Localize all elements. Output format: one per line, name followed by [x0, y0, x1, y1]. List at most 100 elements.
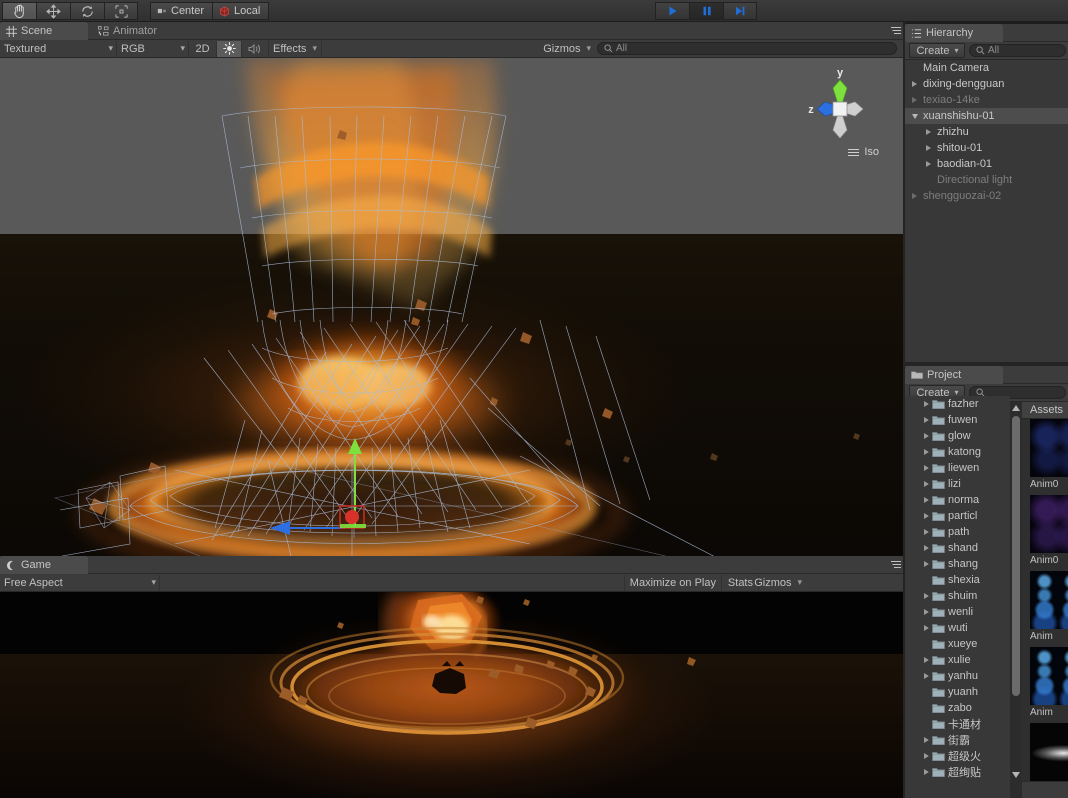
asset-item[interactable]: Anim0 — [1030, 495, 1068, 566]
expand-arrow-icon[interactable] — [923, 145, 934, 151]
pivot-mode-button[interactable]: Center — [150, 2, 212, 20]
project-folder-item[interactable]: fuwen — [905, 412, 1010, 428]
expand-arrow-icon[interactable] — [921, 609, 932, 615]
expand-arrow-icon[interactable] — [921, 593, 932, 599]
game-viewport[interactable] — [0, 592, 905, 798]
expand-arrow-icon[interactable] — [921, 449, 932, 455]
expand-arrow-icon[interactable] — [921, 657, 932, 663]
project-folder-item[interactable]: zabo — [905, 700, 1010, 716]
project-folder-item[interactable]: lizi — [905, 476, 1010, 492]
scene-projection-label[interactable]: Iso — [848, 146, 879, 158]
asset-item[interactable]: Anim — [1030, 571, 1068, 642]
aspect-ratio-dropdown[interactable]: Free Aspect ▾ — [0, 575, 160, 591]
hierarchy-item-directional-light[interactable]: Directional light — [905, 172, 1068, 188]
project-folder-item[interactable]: 超级火 — [905, 748, 1010, 764]
step-button[interactable] — [723, 2, 757, 20]
scale-tool-button[interactable] — [104, 2, 138, 20]
asset-item[interactable]: Anim — [1030, 647, 1068, 718]
expand-arrow-icon[interactable] — [921, 465, 932, 471]
project-folder-item[interactable]: 街霸 — [905, 732, 1010, 748]
expand-arrow-icon[interactable] — [923, 161, 934, 167]
expand-arrow-icon[interactable] — [909, 81, 920, 87]
scroll-up-arrow-icon[interactable] — [1010, 402, 1022, 414]
project-folder-item[interactable]: katong — [905, 444, 1010, 460]
expand-arrow-icon[interactable] — [921, 513, 932, 519]
project-folder-item[interactable]: wenli — [905, 604, 1010, 620]
hierarchy-item-main-camera[interactable]: Main Camera — [905, 60, 1068, 76]
expand-arrow-icon[interactable] — [921, 481, 932, 487]
panel-divider-vertical[interactable] — [903, 22, 905, 798]
hierarchy-item-dixing-dengguan[interactable]: dixing-dengguan — [905, 76, 1068, 92]
expand-arrow-icon[interactable] — [921, 529, 932, 535]
hand-tool-button[interactable] — [2, 2, 36, 20]
scene-search-input[interactable]: All — [597, 42, 897, 55]
game-gizmos-dropdown[interactable]: Gizmos ▾ — [750, 575, 805, 591]
project-assets-pane[interactable]: Assets Anim0 Anim0 Anim Anim — [1022, 402, 1068, 798]
hierarchy-item-shitou-01[interactable]: shitou-01 — [905, 140, 1068, 156]
hierarchy-tree[interactable]: Main Cameradixing-dengguantexiao-14kexua… — [905, 60, 1068, 365]
scene-panel-menu-icon[interactable] — [890, 26, 902, 35]
tab-hierarchy[interactable]: Hierarchy — [905, 24, 1003, 42]
expand-arrow-icon[interactable] — [921, 497, 932, 503]
expand-arrow-icon[interactable] — [921, 769, 932, 775]
project-folder-item[interactable]: norma — [905, 492, 1010, 508]
project-folder-item[interactable]: yuanh — [905, 684, 1010, 700]
space-mode-button[interactable]: Local — [212, 2, 269, 20]
tab-project[interactable]: Project — [905, 366, 1003, 384]
hierarchy-item-baodian-01[interactable]: baodian-01 — [905, 156, 1068, 172]
color-mode-dropdown[interactable]: RGB ▾ — [117, 41, 189, 57]
pause-button[interactable] — [689, 2, 723, 20]
project-folder-item[interactable]: shand — [905, 540, 1010, 556]
project-folder-item[interactable]: wuti — [905, 620, 1010, 636]
expand-arrow-icon[interactable] — [923, 129, 934, 135]
draw-mode-dropdown[interactable]: Textured ▾ — [0, 41, 117, 57]
toggle-lighting-button[interactable] — [217, 41, 242, 57]
project-folder-item[interactable]: liewen — [905, 460, 1010, 476]
expand-arrow-icon[interactable] — [921, 433, 932, 439]
asset-item[interactable]: Anim0 — [1030, 419, 1068, 490]
rotate-tool-button[interactable] — [70, 2, 104, 20]
project-folder-item[interactable]: 卡通材 — [905, 716, 1010, 732]
collapse-arrow-icon[interactable] — [909, 114, 920, 119]
tab-animator[interactable]: Animator — [92, 22, 180, 40]
gizmos-dropdown[interactable]: Gizmos ▾ — [539, 41, 595, 57]
toggle-2d-button[interactable]: 2D — [189, 41, 217, 57]
project-folder-item[interactable]: shexia — [905, 572, 1010, 588]
hierarchy-item-texiao-14ke[interactable]: texiao-14ke — [905, 92, 1068, 108]
hierarchy-item-xuanshishu-01[interactable]: xuanshishu-01 — [905, 108, 1068, 124]
hierarchy-item-zhizhu[interactable]: zhizhu — [905, 124, 1068, 140]
toggle-audio-button[interactable] — [242, 41, 269, 57]
expand-arrow-icon[interactable] — [921, 545, 932, 551]
scroll-down-arrow-icon[interactable] — [1010, 769, 1022, 781]
panel-divider-horizontal[interactable] — [905, 362, 1068, 366]
project-folder-item[interactable]: 超绚贴 — [905, 764, 1010, 780]
expand-arrow-icon[interactable] — [909, 97, 920, 103]
project-folder-item[interactable]: particl — [905, 508, 1010, 524]
hierarchy-item-shengguozai-02[interactable]: shengguozai-02 — [905, 188, 1068, 204]
project-folder-item[interactable]: shuim — [905, 588, 1010, 604]
expand-arrow-icon[interactable] — [921, 417, 932, 423]
tab-game[interactable]: Game — [0, 556, 88, 574]
tab-scene[interactable]: Scene — [0, 22, 88, 40]
project-folder-tree[interactable]: fazherfuwenglowkatongliewenlizinormapart… — [905, 396, 1010, 798]
expand-arrow-icon[interactable] — [921, 753, 932, 759]
expand-arrow-icon[interactable] — [921, 561, 932, 567]
game-panel-menu-icon[interactable] — [890, 560, 902, 569]
expand-arrow-icon[interactable] — [921, 673, 932, 679]
expand-arrow-icon[interactable] — [909, 193, 920, 199]
move-tool-button[interactable] — [36, 2, 70, 20]
assets-grid[interactable]: Anim0 Anim0 Anim Anim — [1022, 419, 1068, 781]
hierarchy-create-button[interactable]: Create ▾ — [909, 43, 965, 58]
play-button[interactable] — [655, 2, 689, 20]
assets-breadcrumb[interactable]: Assets — [1022, 402, 1068, 419]
project-folder-item[interactable]: xueye — [905, 636, 1010, 652]
project-folder-item[interactable]: path — [905, 524, 1010, 540]
project-folder-item[interactable]: fazher — [905, 396, 1010, 412]
maximize-on-play-button[interactable]: Maximize on Play — [624, 575, 722, 591]
expand-arrow-icon[interactable] — [921, 737, 932, 743]
project-folder-item[interactable]: shang — [905, 556, 1010, 572]
project-folder-item[interactable]: xulie — [905, 652, 1010, 668]
asset-item[interactable] — [1030, 723, 1068, 781]
project-tree-scrollbar[interactable] — [1010, 402, 1022, 798]
effects-dropdown[interactable]: Effects ▾ — [269, 41, 322, 57]
